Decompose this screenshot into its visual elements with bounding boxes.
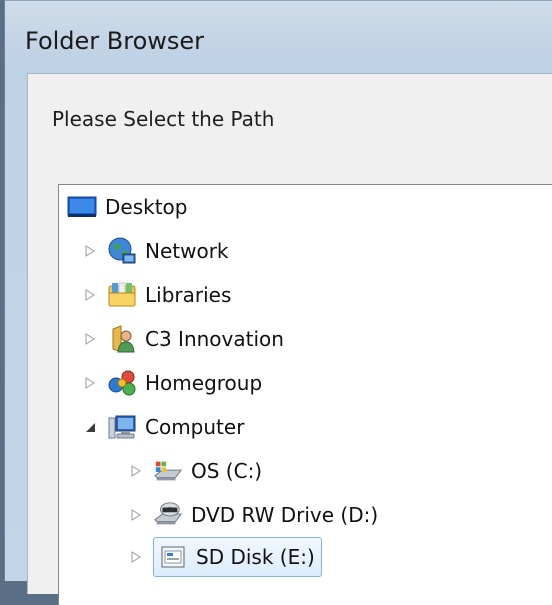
tree-item-label: OS (C:) bbox=[191, 459, 263, 483]
expand-arrow-icon[interactable] bbox=[83, 244, 97, 258]
folder-browser-window: Folder Browser Please Select the Path De… bbox=[4, 0, 552, 605]
sd-disk-icon bbox=[158, 542, 188, 572]
expand-arrow-icon[interactable] bbox=[129, 550, 143, 564]
title-bar[interactable]: Folder Browser bbox=[5, 1, 552, 71]
expand-arrow-icon[interactable] bbox=[83, 332, 97, 346]
user-folder-icon bbox=[107, 324, 137, 354]
os-drive-icon bbox=[153, 456, 183, 486]
tree-item-label: Homegroup bbox=[145, 371, 263, 395]
tree-item-network[interactable]: Network bbox=[83, 233, 229, 269]
tree-item-label: Libraries bbox=[145, 283, 232, 307]
tree-item-label: Network bbox=[145, 239, 229, 263]
select-path-prompt: Please Select the Path bbox=[52, 107, 275, 131]
selected-tree-item[interactable]: SD Disk (E:) bbox=[153, 537, 322, 577]
tree-item-desktop[interactable]: Desktop bbox=[67, 189, 187, 225]
tree-item-homegroup[interactable]: Homegroup bbox=[83, 365, 262, 401]
expand-arrow-icon[interactable] bbox=[83, 376, 97, 390]
dialog-client-area: Please Select the Path Desktop Network L… bbox=[27, 73, 552, 605]
network-icon bbox=[107, 236, 137, 266]
tree-item-libraries[interactable]: Libraries bbox=[83, 277, 231, 313]
homegroup-icon bbox=[107, 368, 137, 398]
folder-tree[interactable]: Desktop Network Libraries C3 Innovation … bbox=[58, 184, 552, 605]
tree-item-label: SD Disk (E:) bbox=[196, 545, 315, 569]
collapse-arrow-icon[interactable] bbox=[83, 420, 97, 434]
tree-item-sd-disk-e[interactable]: SD Disk (E:) bbox=[129, 537, 322, 577]
tree-item-label: Desktop bbox=[105, 195, 188, 219]
computer-icon bbox=[107, 412, 137, 442]
expand-arrow-icon[interactable] bbox=[129, 464, 143, 478]
tree-item-label: Computer bbox=[145, 415, 245, 439]
expand-arrow-icon[interactable] bbox=[129, 508, 143, 522]
tree-item-dvd-rw-drive-d[interactable]: DVD RW Drive (D:) bbox=[129, 497, 378, 533]
tree-item-label: C3 Innovation bbox=[145, 327, 284, 351]
dvd-drive-icon bbox=[153, 500, 183, 530]
desktop-icon bbox=[67, 192, 97, 222]
libraries-icon bbox=[107, 280, 137, 310]
tree-item-os-c[interactable]: OS (C:) bbox=[129, 453, 262, 489]
tree-item-label: DVD RW Drive (D:) bbox=[191, 503, 379, 527]
window-title: Folder Browser bbox=[25, 27, 205, 55]
tree-item-computer[interactable]: Computer bbox=[83, 409, 244, 445]
expand-arrow-icon[interactable] bbox=[83, 288, 97, 302]
tree-item-c3-innovation[interactable]: C3 Innovation bbox=[83, 321, 284, 357]
